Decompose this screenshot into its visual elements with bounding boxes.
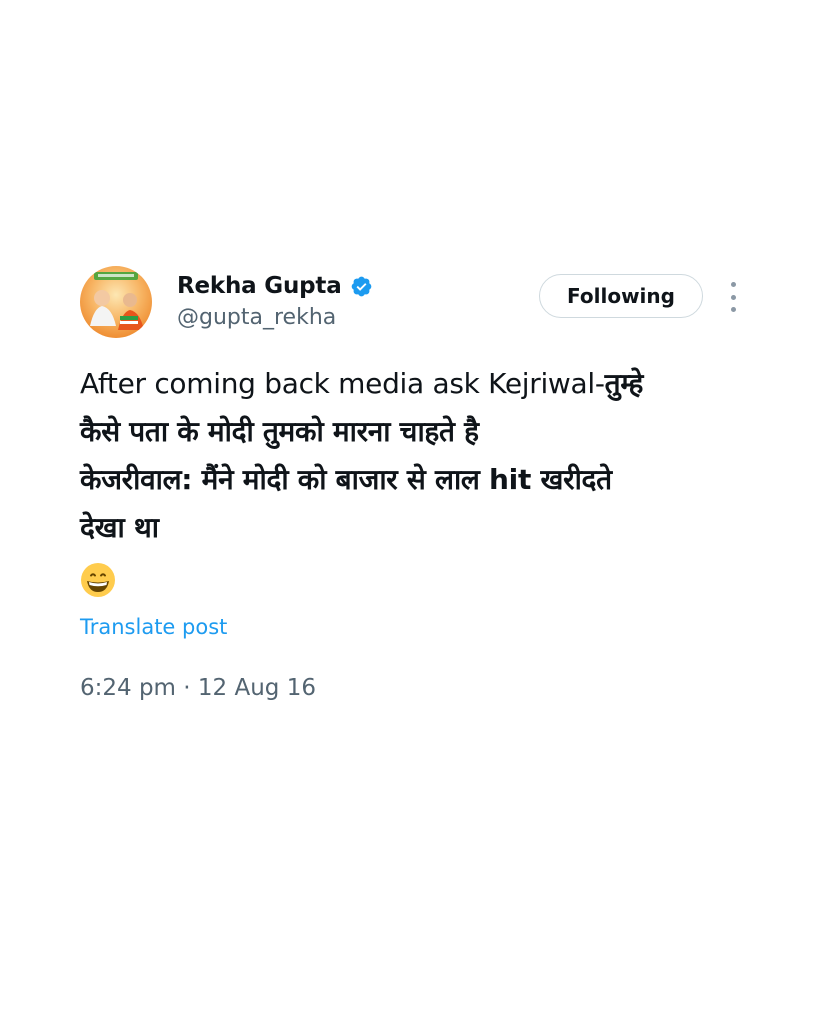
profile-photo-icon xyxy=(90,272,144,330)
more-dot xyxy=(730,282,736,287)
following-button[interactable]: Following xyxy=(539,274,703,318)
verified-badge-icon[interactable] xyxy=(350,275,373,298)
more-dot xyxy=(730,307,736,312)
post-text-line: कैसे पता के मोदी तुमको मारना चाहते है xyxy=(80,415,479,448)
post-text-line: केजरीवाल: मैंने मोदी को बाजार से लाल hit… xyxy=(80,463,612,496)
author-name-row: Rekha Gupta xyxy=(177,271,373,301)
post-text-latin: After coming back media ask Kejriwal- xyxy=(80,367,605,400)
post-timestamp[interactable]: 6:24 pm · 12 Aug 16 xyxy=(80,675,316,701)
author-handle[interactable]: @gupta_rekha xyxy=(177,305,336,330)
grinning-face-icon xyxy=(81,563,115,597)
author-display-name[interactable]: Rekha Gupta xyxy=(177,273,342,299)
post-text-line: देखा था xyxy=(80,511,159,544)
tweet-card: Rekha Gupta @gupta_rekha Following After… xyxy=(0,0,819,1024)
post-text-hindi: तुम्हे xyxy=(604,367,644,400)
post-text-line: After coming back media ask Kejriwal-तुम… xyxy=(80,360,760,408)
more-dot xyxy=(730,294,736,300)
translate-post-link[interactable]: Translate post xyxy=(80,615,227,639)
more-vertical-icon[interactable] xyxy=(722,282,744,312)
avatar[interactable] xyxy=(80,266,152,338)
post-text: After coming back media ask Kejriwal-तुम… xyxy=(80,360,760,552)
